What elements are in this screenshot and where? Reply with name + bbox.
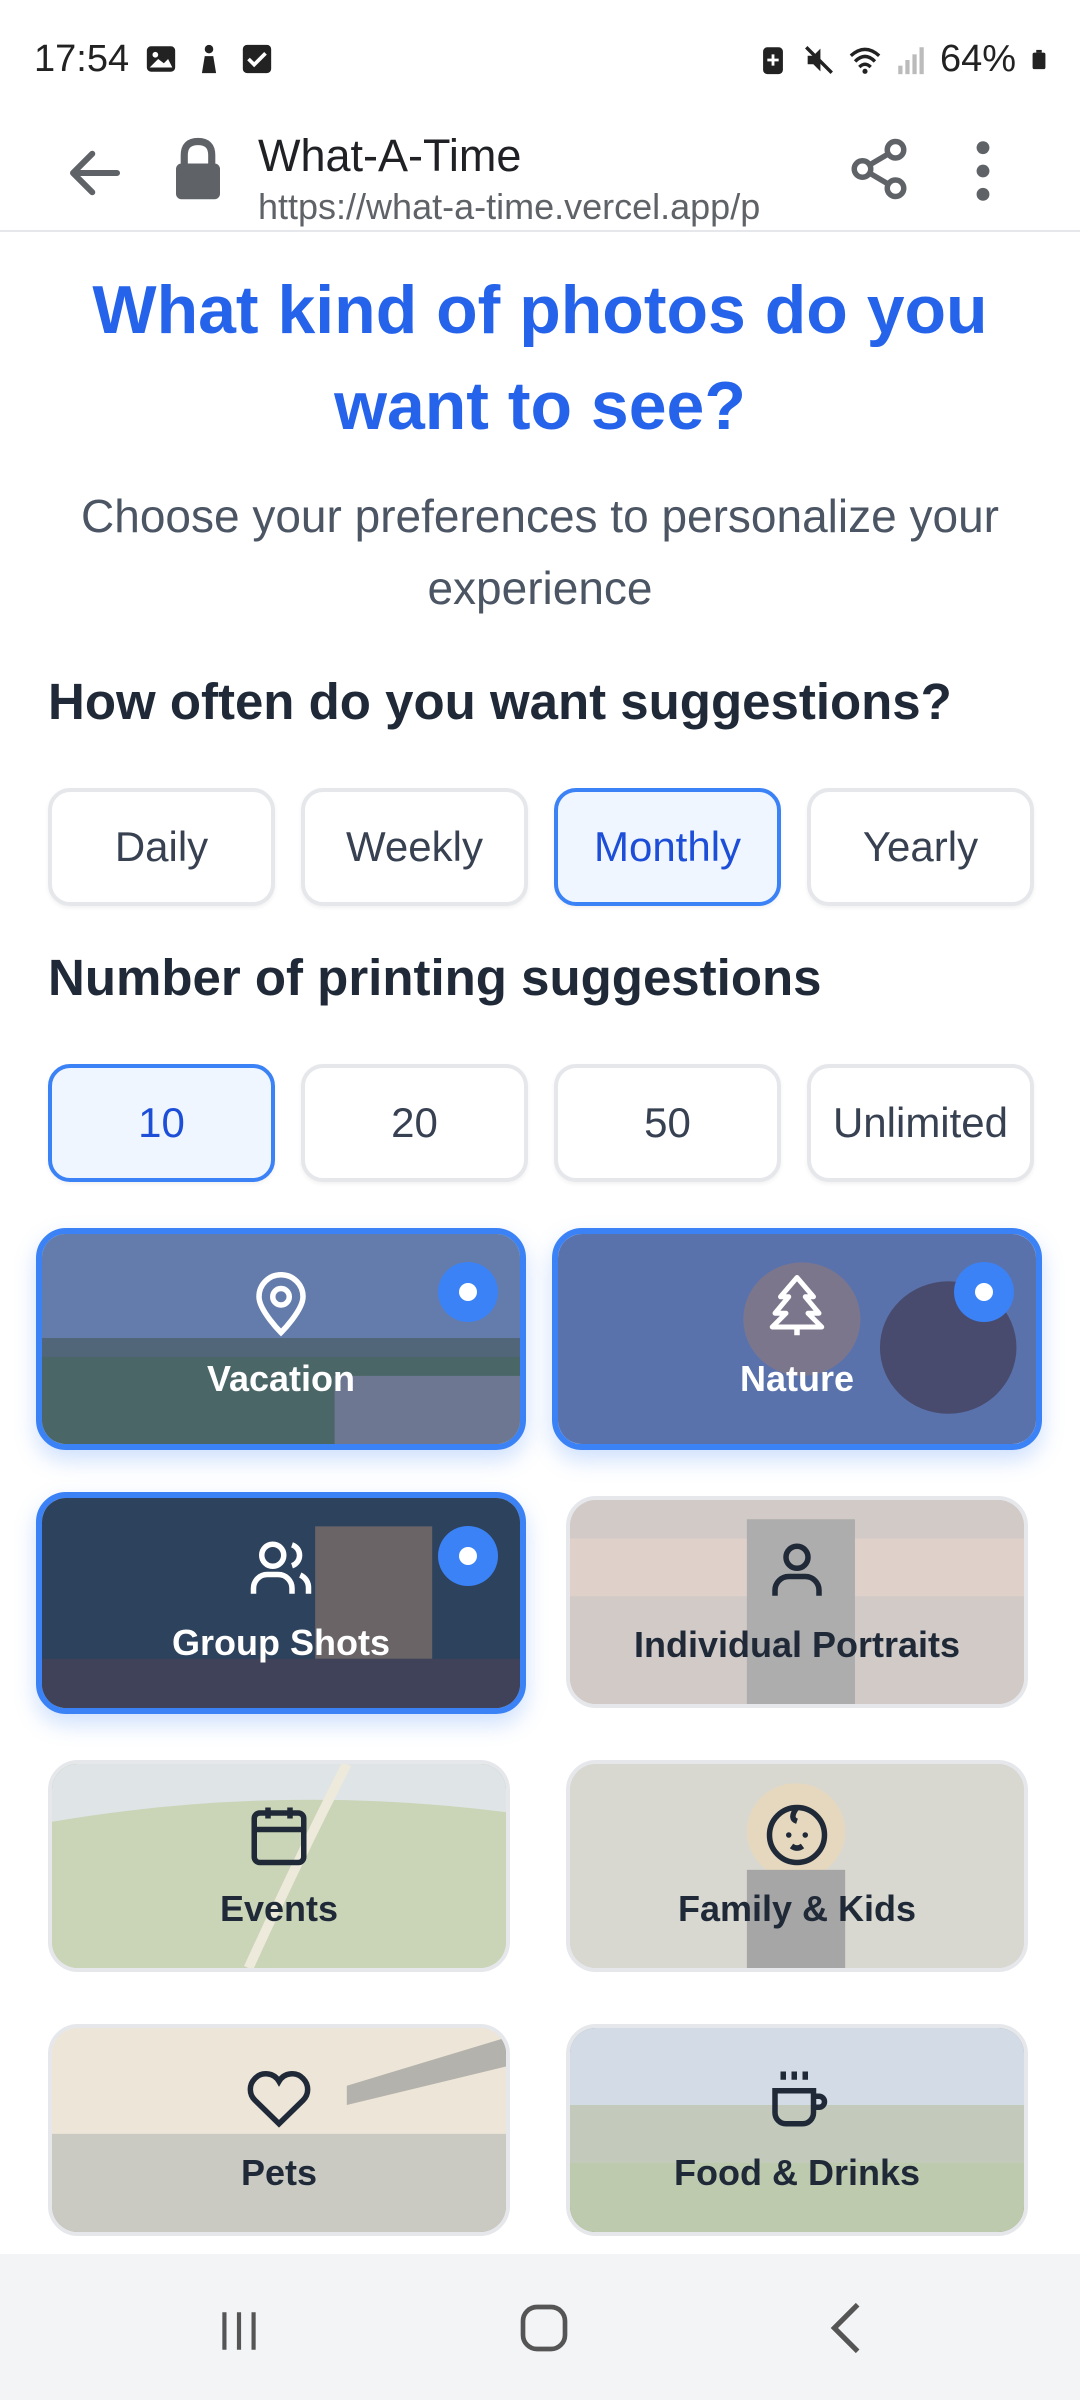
category-card-events[interactable]: Events bbox=[48, 1760, 510, 1972]
users-icon bbox=[250, 1541, 312, 1594]
card-label: Food & Drinks bbox=[673, 2152, 920, 2193]
frequency-option-daily[interactable]: Daily bbox=[48, 788, 275, 906]
signal-icon bbox=[898, 46, 924, 74]
home-icon[interactable] bbox=[516, 2300, 572, 2356]
mute-icon bbox=[804, 45, 833, 74]
page-tab-title: What-A-Time bbox=[258, 130, 522, 181]
printing-option-50[interactable]: 50 bbox=[554, 1064, 781, 1182]
share-icon[interactable] bbox=[846, 136, 912, 202]
frequency-option-monthly[interactable]: Monthly bbox=[554, 788, 781, 906]
page-subtitle: Choose your preferences to personalize y… bbox=[81, 490, 999, 614]
page-content: What kind of photos do you want to see? … bbox=[0, 232, 1080, 2254]
tree-icon bbox=[769, 1275, 825, 1336]
back-icon[interactable] bbox=[826, 2300, 866, 2356]
heart-icon bbox=[247, 2071, 311, 2128]
printing-option-unlimited[interactable]: Unlimited bbox=[807, 1064, 1034, 1182]
category-card-vacation[interactable]: Vacation bbox=[36, 1228, 526, 1450]
category-card-family-kids[interactable]: Family & Kids bbox=[566, 1760, 1028, 1972]
frequency-options: Daily Weekly Monthly Yearly bbox=[48, 788, 1034, 906]
coffee-icon bbox=[772, 2071, 828, 2127]
user-icon bbox=[772, 1543, 822, 1596]
recent-apps-icon[interactable] bbox=[214, 2306, 264, 2356]
back-arrow-icon[interactable] bbox=[62, 140, 128, 206]
card-label: Vacation bbox=[206, 1358, 356, 1399]
card-label: Family & Kids bbox=[677, 1888, 917, 1929]
frequency-section-title: How often do you want suggestions? bbox=[48, 673, 952, 730]
page-title: What kind of photos do you want to see? bbox=[92, 272, 988, 444]
frequency-option-yearly[interactable]: Yearly bbox=[807, 788, 1034, 906]
system-nav-bar bbox=[0, 2254, 1080, 2400]
card-overlay bbox=[558, 1234, 1036, 1444]
card-overlay bbox=[42, 1234, 520, 1444]
map-pin-icon bbox=[256, 1272, 306, 1337]
printing-option-10[interactable]: 10 bbox=[48, 1064, 275, 1182]
browser-toolbar: What-A-Time https://what-a-time.vercel.a… bbox=[0, 116, 1080, 232]
printing-section-title: Number of printing suggestions bbox=[48, 949, 822, 1006]
battery-percent: 64% bbox=[939, 38, 1016, 80]
selected-indicator bbox=[438, 1526, 498, 1586]
category-card-group-shots[interactable]: Group Shots bbox=[36, 1492, 526, 1714]
battery-saver-icon bbox=[763, 46, 783, 74]
printing-options: 10 20 50 Unlimited bbox=[48, 1064, 1034, 1182]
checkbox-icon bbox=[242, 44, 272, 74]
category-card-individual-portraits[interactable]: Individual Portraits bbox=[566, 1496, 1028, 1708]
category-card-pets[interactable]: Pets bbox=[48, 2024, 510, 2236]
lock-icon[interactable] bbox=[170, 136, 226, 202]
card-overlay bbox=[42, 1498, 520, 1708]
category-card-nature[interactable]: Nature bbox=[552, 1228, 1042, 1450]
frequency-option-weekly[interactable]: Weekly bbox=[301, 788, 528, 906]
status-right-icons: 64% bbox=[756, 38, 1050, 81]
more-options-icon[interactable] bbox=[968, 136, 998, 206]
category-card-food-drinks[interactable]: Food & Drinks bbox=[566, 2024, 1028, 2236]
card-label: Pets bbox=[240, 2152, 318, 2193]
status-bar: 17:54 64% bbox=[0, 0, 1080, 116]
calendar-icon bbox=[251, 1807, 307, 1866]
person-icon bbox=[201, 44, 217, 74]
address-bar-url[interactable]: https://what-a-time.vercel.app/p bbox=[258, 186, 806, 228]
status-left-icons bbox=[144, 42, 274, 76]
baby-icon bbox=[766, 1804, 828, 1866]
printing-option-20[interactable]: 20 bbox=[301, 1064, 528, 1182]
battery-icon bbox=[1032, 49, 1046, 69]
card-label: Nature bbox=[739, 1358, 855, 1399]
wifi-icon bbox=[849, 47, 881, 74]
selected-indicator bbox=[954, 1262, 1014, 1322]
image-icon bbox=[146, 46, 176, 72]
status-time: 17:54 bbox=[34, 38, 130, 80]
card-label: Individual Portraits bbox=[633, 1624, 961, 1665]
card-label: Group Shots bbox=[172, 1622, 390, 1663]
selected-indicator bbox=[438, 1262, 498, 1322]
card-label: Events bbox=[219, 1888, 339, 1929]
